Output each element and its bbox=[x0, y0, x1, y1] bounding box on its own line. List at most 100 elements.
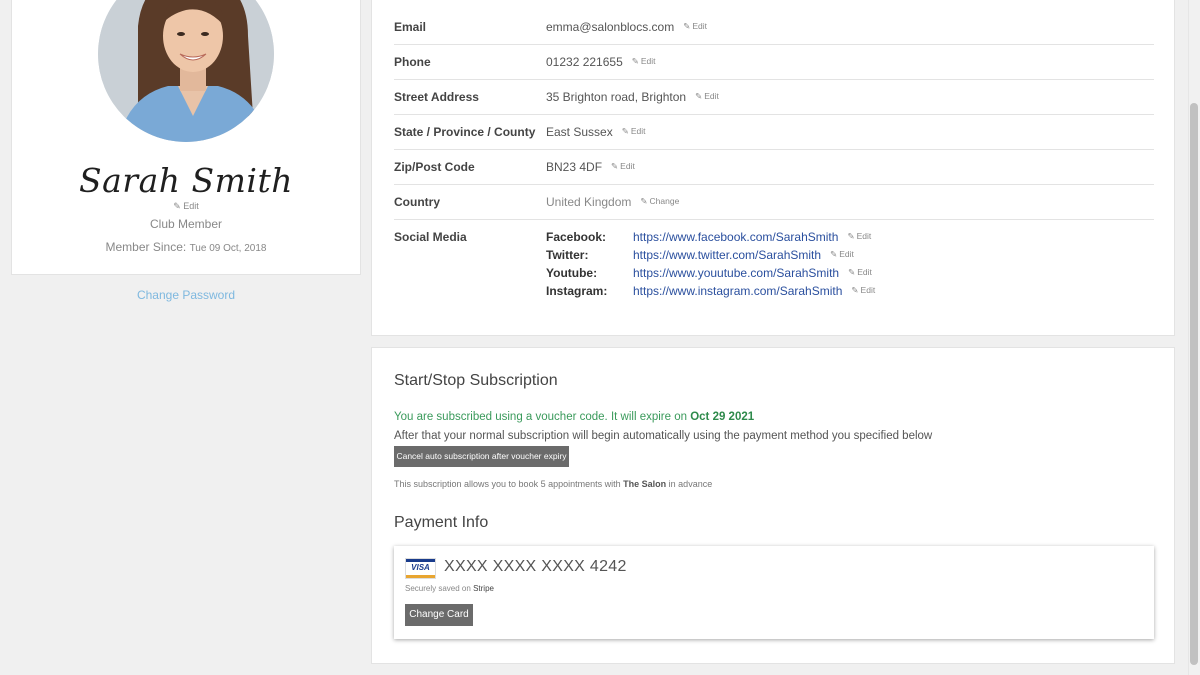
detail-label: Zip/Post Code bbox=[394, 160, 475, 174]
member-since-date: Tue 09 Oct, 2018 bbox=[189, 243, 267, 254]
county-value: East Sussex bbox=[546, 125, 613, 139]
edit-pencil-icon: ✎ bbox=[851, 285, 859, 295]
edit-youtube-link[interactable]: ✎ Edit bbox=[848, 267, 872, 277]
visa-stripe-top bbox=[406, 559, 435, 562]
profile-name: Sarah Smith bbox=[79, 161, 293, 200]
visa-stripe-bottom bbox=[406, 575, 435, 578]
avatar bbox=[98, 0, 274, 142]
contact-details-card: Email emma@salonblocs.com ✎ Edit Phone 012… bbox=[371, 0, 1175, 336]
detail-row-country: Country United Kingdom ✎ Change bbox=[394, 185, 1154, 220]
allowance-suffix: in advance bbox=[668, 479, 713, 489]
edit-label: Edit bbox=[839, 249, 854, 259]
detail-label: Phone bbox=[394, 55, 431, 69]
edit-label: Edit bbox=[620, 161, 635, 171]
profile-card: Sarah Smith ✎ Edit Club Member Member Si… bbox=[11, 0, 361, 275]
secure-provider: Stripe bbox=[473, 584, 494, 593]
edit-label: Edit bbox=[857, 267, 872, 277]
allowance-prefix: This subscription allows you to book 5 a… bbox=[394, 479, 621, 489]
detail-label: Street Address bbox=[394, 90, 479, 104]
voucher-status: You are subscribed using a voucher code.… bbox=[394, 411, 754, 423]
social-name: Instagram: bbox=[546, 284, 608, 298]
edit-email-link[interactable]: ✎ Edit bbox=[683, 21, 707, 31]
secure-note: Securely saved on Stripe bbox=[405, 584, 494, 593]
edit-instagram-link[interactable]: ✎ Edit bbox=[851, 285, 875, 295]
detail-label: Email bbox=[394, 20, 427, 34]
edit-label: Edit bbox=[640, 56, 656, 66]
twitter-url-link[interactable]: https://www.twitter.com/SarahSmith ✎ Edit bbox=[633, 248, 854, 262]
detail-label: Country bbox=[394, 195, 440, 209]
edit-label: Edit bbox=[860, 285, 876, 295]
edit-name-label: Edit bbox=[183, 201, 199, 211]
profile-photo-image bbox=[98, 0, 274, 142]
change-country-link[interactable]: ✎ Change bbox=[640, 196, 679, 206]
social-name: Twitter: bbox=[546, 248, 589, 262]
detail-value: 01232 221655 ✎ Edit bbox=[546, 55, 656, 69]
detail-row-email: Email emma@salonblocs.com ✎ Edit bbox=[394, 10, 1154, 45]
edit-pencil-icon: ✎ bbox=[631, 56, 639, 66]
edit-pencil-icon: ✎ bbox=[611, 161, 619, 171]
detail-row-postcode: Zip/Post Code BN23 4DF ✎ Edit bbox=[394, 150, 1154, 185]
subscription-after-note: After that your normal subscription will… bbox=[394, 430, 933, 442]
subscription-card: Start/Stop Subscription You are subscrib… bbox=[371, 347, 1175, 664]
edit-county-link[interactable]: ✎ Edit bbox=[622, 126, 646, 136]
voucher-expiry-date: Oct 29 2021 bbox=[690, 411, 755, 423]
social-name: Youtube: bbox=[546, 266, 598, 280]
edit-pencil-icon: ✎ bbox=[848, 267, 856, 277]
cancel-auto-subscription-button[interactable]: Cancel auto subscription after voucher e… bbox=[394, 446, 569, 467]
page-scrollbar[interactable] bbox=[1188, 0, 1200, 675]
detail-value: emma@salonblocs.com ✎ Edit bbox=[546, 20, 707, 34]
edit-label: Edit bbox=[704, 91, 719, 101]
card-brand: VISA bbox=[411, 563, 430, 572]
social-name: Facebook: bbox=[546, 230, 607, 244]
phone-value: 01232 221655 bbox=[546, 55, 623, 69]
member-type: Club Member bbox=[149, 217, 223, 231]
social-url: https://www.instagram.com/SarahSmith bbox=[633, 284, 843, 298]
email-value: emma@salonblocs.com bbox=[546, 20, 675, 34]
edit-pencil-icon: ✎ bbox=[621, 126, 629, 136]
scrollbar-thumb[interactable] bbox=[1190, 103, 1198, 665]
edit-street-address-link[interactable]: ✎ Edit bbox=[695, 91, 719, 101]
edit-facebook-link[interactable]: ✎ Edit bbox=[847, 231, 871, 241]
salon-name: The Salon bbox=[623, 479, 667, 489]
visa-card-icon: VISA bbox=[405, 558, 436, 579]
detail-label: State / Province / County bbox=[394, 125, 536, 139]
edit-name-link[interactable]: ✎ Edit bbox=[12, 201, 360, 212]
detail-row-county: State / Province / County East Sussex ✎ Ed… bbox=[394, 115, 1154, 150]
detail-row-street-address: Street Address 35 Brighton road, Brighto… bbox=[394, 80, 1154, 115]
detail-row-phone: Phone 01232 221655 ✎ Edit bbox=[394, 45, 1154, 80]
card-number: XXXX XXXX XXXX 4242 bbox=[444, 558, 627, 575]
edit-label: Edit bbox=[692, 21, 708, 31]
postcode-value: BN23 4DF bbox=[546, 160, 603, 174]
edit-pencil-icon: ✎ bbox=[695, 91, 703, 101]
payment-card-box: VISA XXXX XXXX XXXX 4242 Securely saved … bbox=[394, 546, 1154, 639]
change-card-button[interactable]: Change Card bbox=[405, 604, 473, 626]
social-url: https://www.youutube.com/SarahSmith bbox=[633, 266, 840, 280]
edit-pencil-icon: ✎ bbox=[640, 196, 648, 206]
edit-phone-link[interactable]: ✎ Edit bbox=[632, 56, 656, 66]
detail-value: 35 Brighton road, Brighton ✎ Edit bbox=[546, 90, 719, 104]
edit-postcode-link[interactable]: ✎ Edit bbox=[611, 161, 635, 171]
detail-value: United Kingdom ✎ Change bbox=[546, 195, 679, 209]
secure-prefix: Securely saved on bbox=[405, 584, 471, 593]
subscription-title: Start/Stop Subscription bbox=[394, 372, 558, 389]
edit-pencil-icon: ✎ bbox=[683, 21, 691, 31]
payment-info-title: Payment Info bbox=[394, 514, 489, 531]
edit-label: Edit bbox=[630, 126, 646, 136]
detail-value: East Sussex ✎ Edit bbox=[546, 125, 645, 139]
social-url: https://www.facebook.com/SarahSmith bbox=[633, 230, 839, 244]
edit-pencil-icon: ✎ bbox=[847, 231, 855, 241]
edit-pencil-icon: ✎ bbox=[830, 249, 838, 259]
youtube-url-link[interactable]: https://www.youutube.com/SarahSmith ✎ Edit bbox=[633, 266, 872, 280]
member-since-label: Member Since: bbox=[105, 240, 187, 254]
edit-twitter-link[interactable]: ✎ Edit bbox=[830, 249, 854, 259]
instagram-url-link[interactable]: https://www.instagram.com/SarahSmith ✎ Edi… bbox=[633, 284, 875, 298]
facebook-url-link[interactable]: https://www.facebook.com/SarahSmith ✎ Edit bbox=[633, 230, 871, 244]
member-since: Member Since: Tue 09 Oct, 2018 bbox=[12, 240, 360, 254]
street-address-value: 35 Brighton road, Brighton bbox=[546, 90, 687, 104]
social-media-label: Social Media bbox=[394, 230, 467, 244]
subscription-allowance: This subscription allows you to book 5 a… bbox=[394, 479, 712, 489]
change-label: Change bbox=[649, 196, 680, 206]
social-url: https://www.twitter.com/SarahSmith bbox=[633, 248, 822, 262]
change-password-link[interactable]: Change Password bbox=[11, 288, 361, 302]
edit-label: Edit bbox=[856, 231, 872, 241]
